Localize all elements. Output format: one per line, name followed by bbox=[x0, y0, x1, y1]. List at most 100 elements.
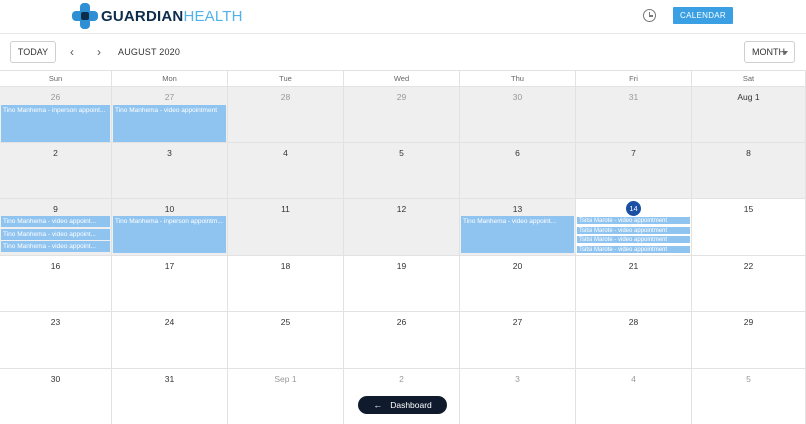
day-cell[interactable]: 28 bbox=[228, 86, 344, 142]
day-number[interactable]: 29 bbox=[344, 92, 459, 102]
day-cell[interactable]: 30 bbox=[460, 86, 576, 142]
day-number[interactable]: 28 bbox=[576, 317, 691, 327]
view-select[interactable]: MONTH bbox=[744, 41, 795, 63]
day-cell[interactable]: 27 Tino Manhema - video appointment bbox=[112, 86, 228, 142]
calendar-button[interactable]: CALENDAR bbox=[673, 7, 733, 24]
day-cell[interactable]: 3 bbox=[460, 368, 576, 424]
day-number[interactable]: 28 bbox=[228, 92, 343, 102]
day-cell[interactable]: 31 bbox=[112, 368, 228, 424]
day-number[interactable]: 5 bbox=[692, 374, 805, 384]
day-cell[interactable]: Sep 1 bbox=[228, 368, 344, 424]
day-number[interactable]: 25 bbox=[228, 317, 343, 327]
day-cell[interactable]: 28 bbox=[576, 311, 692, 368]
day-cell[interactable]: 25 bbox=[228, 311, 344, 368]
day-number[interactable]: 22 bbox=[692, 261, 805, 271]
day-cell[interactable]: 13 Tino Manhema - video appoint... bbox=[460, 198, 576, 255]
day-cell[interactable]: 24 bbox=[112, 311, 228, 368]
day-number[interactable]: 29 bbox=[692, 317, 805, 327]
day-cell[interactable]: 27 bbox=[460, 311, 576, 368]
calendar-event[interactable]: Tino Manhema - video appoint... bbox=[1, 216, 110, 227]
day-number[interactable]: 5 bbox=[344, 148, 459, 158]
day-cell[interactable]: 12 bbox=[344, 198, 460, 255]
calendar-event[interactable]: Tino Manhema - video appoint... bbox=[1, 241, 110, 252]
day-cell[interactable]: Aug 1 bbox=[692, 86, 806, 142]
day-cell[interactable]: 29 bbox=[344, 86, 460, 142]
day-number[interactable]: 4 bbox=[576, 374, 691, 384]
day-cell[interactable]: 7 bbox=[576, 142, 692, 198]
day-cell[interactable]: 14 Tsitsi Marote - video appointment Tsits… bbox=[576, 198, 692, 255]
day-number[interactable]: 27 bbox=[460, 317, 575, 327]
day-number[interactable]: 31 bbox=[112, 374, 227, 384]
next-month-icon[interactable]: › bbox=[93, 45, 105, 59]
day-number[interactable]: 31 bbox=[576, 92, 691, 102]
calendar-event[interactable]: Tino Manhema - video appoint... bbox=[1, 228, 110, 240]
day-number[interactable]: 18 bbox=[228, 261, 343, 271]
day-cell[interactable]: 18 bbox=[228, 255, 344, 311]
day-cell[interactable]: 9 Tino Manhema - video appoint... Tino Man… bbox=[0, 198, 112, 255]
day-number[interactable]: 10 bbox=[112, 204, 227, 214]
calendar-event[interactable]: Tsitsi Marote - video appointment bbox=[577, 226, 690, 235]
day-cell[interactable]: 29 bbox=[692, 311, 806, 368]
day-number[interactable]: 26 bbox=[344, 317, 459, 327]
day-number[interactable]: 8 bbox=[692, 148, 805, 158]
day-number[interactable]: 30 bbox=[0, 374, 111, 384]
day-cell[interactable]: 19 bbox=[344, 255, 460, 311]
day-cell[interactable]: 21 bbox=[576, 255, 692, 311]
calendar-event[interactable]: Tino Manhema - inperson appointm... bbox=[113, 216, 226, 253]
day-number[interactable]: Sep 1 bbox=[228, 374, 343, 384]
day-cell[interactable]: 4 bbox=[576, 368, 692, 424]
day-cell[interactable]: 23 bbox=[0, 311, 112, 368]
day-number[interactable]: 27 bbox=[112, 92, 227, 102]
day-cell[interactable]: 16 bbox=[0, 255, 112, 311]
today-date-badge[interactable]: 14 bbox=[626, 201, 641, 216]
day-number[interactable]: 16 bbox=[0, 261, 111, 271]
day-cell[interactable]: 17 bbox=[112, 255, 228, 311]
clock-icon[interactable] bbox=[643, 9, 656, 22]
day-number[interactable]: 2 bbox=[344, 374, 459, 384]
day-cell[interactable]: 11 bbox=[228, 198, 344, 255]
day-number[interactable]: 4 bbox=[228, 148, 343, 158]
day-number[interactable]: 11 bbox=[228, 204, 343, 214]
day-cell[interactable]: 2 bbox=[0, 142, 112, 198]
day-cell[interactable]: 31 bbox=[576, 86, 692, 142]
day-cell[interactable]: 30 bbox=[0, 368, 112, 424]
calendar-event[interactable]: Tino Manhema - video appointment bbox=[113, 105, 226, 142]
today-button[interactable]: TODAY bbox=[10, 41, 56, 63]
day-number[interactable]: 3 bbox=[460, 374, 575, 384]
day-number[interactable]: 12 bbox=[344, 204, 459, 214]
day-cell[interactable]: 20 bbox=[460, 255, 576, 311]
day-number[interactable]: 20 bbox=[460, 261, 575, 271]
day-cell[interactable]: 26 bbox=[344, 311, 460, 368]
day-cell[interactable]: 8 bbox=[692, 142, 806, 198]
day-cell[interactable]: 10 Tino Manhema - inperson appointm... bbox=[112, 198, 228, 255]
day-number[interactable]: 13 bbox=[460, 204, 575, 214]
day-number[interactable]: 15 bbox=[692, 204, 805, 214]
dashboard-button[interactable]: ← Dashboard bbox=[358, 396, 447, 414]
calendar-event[interactable]: Tino Manhema - video appoint... bbox=[461, 216, 574, 253]
day-cell[interactable]: 5 bbox=[344, 142, 460, 198]
day-number[interactable]: 2 bbox=[0, 148, 111, 158]
day-number[interactable]: 24 bbox=[112, 317, 227, 327]
calendar-event[interactable]: Tsitsi Marote - video appointment bbox=[577, 245, 690, 254]
day-cell[interactable]: 4 bbox=[228, 142, 344, 198]
day-number[interactable]: 6 bbox=[460, 148, 575, 158]
day-number[interactable]: 17 bbox=[112, 261, 227, 271]
calendar-event[interactable]: Tsitsi Marote - video appointment bbox=[577, 217, 690, 225]
day-number[interactable]: 21 bbox=[576, 261, 691, 271]
day-cell[interactable]: 3 bbox=[112, 142, 228, 198]
day-cell[interactable]: 22 bbox=[692, 255, 806, 311]
day-number[interactable]: 23 bbox=[0, 317, 111, 327]
day-cell[interactable]: 6 bbox=[460, 142, 576, 198]
day-number[interactable]: 7 bbox=[576, 148, 691, 158]
previous-month-icon[interactable]: ‹ bbox=[66, 45, 78, 59]
day-number[interactable]: Aug 1 bbox=[692, 92, 805, 102]
day-number[interactable]: 3 bbox=[112, 148, 227, 158]
day-number[interactable]: 30 bbox=[460, 92, 575, 102]
day-number[interactable]: 9 bbox=[0, 204, 111, 214]
calendar-event[interactable]: Tino Manhema - inperson appoint... bbox=[1, 105, 110, 142]
day-cell[interactable]: 26 Tino Manhema - inperson appoint... bbox=[0, 86, 112, 142]
day-number[interactable]: 26 bbox=[0, 92, 111, 102]
calendar-event[interactable]: Tsitsi Marote - video appointment bbox=[577, 236, 690, 244]
day-cell[interactable]: 5 bbox=[692, 368, 806, 424]
guardian-health-logo[interactable]: GUARDIANHEALTH bbox=[72, 3, 243, 29]
